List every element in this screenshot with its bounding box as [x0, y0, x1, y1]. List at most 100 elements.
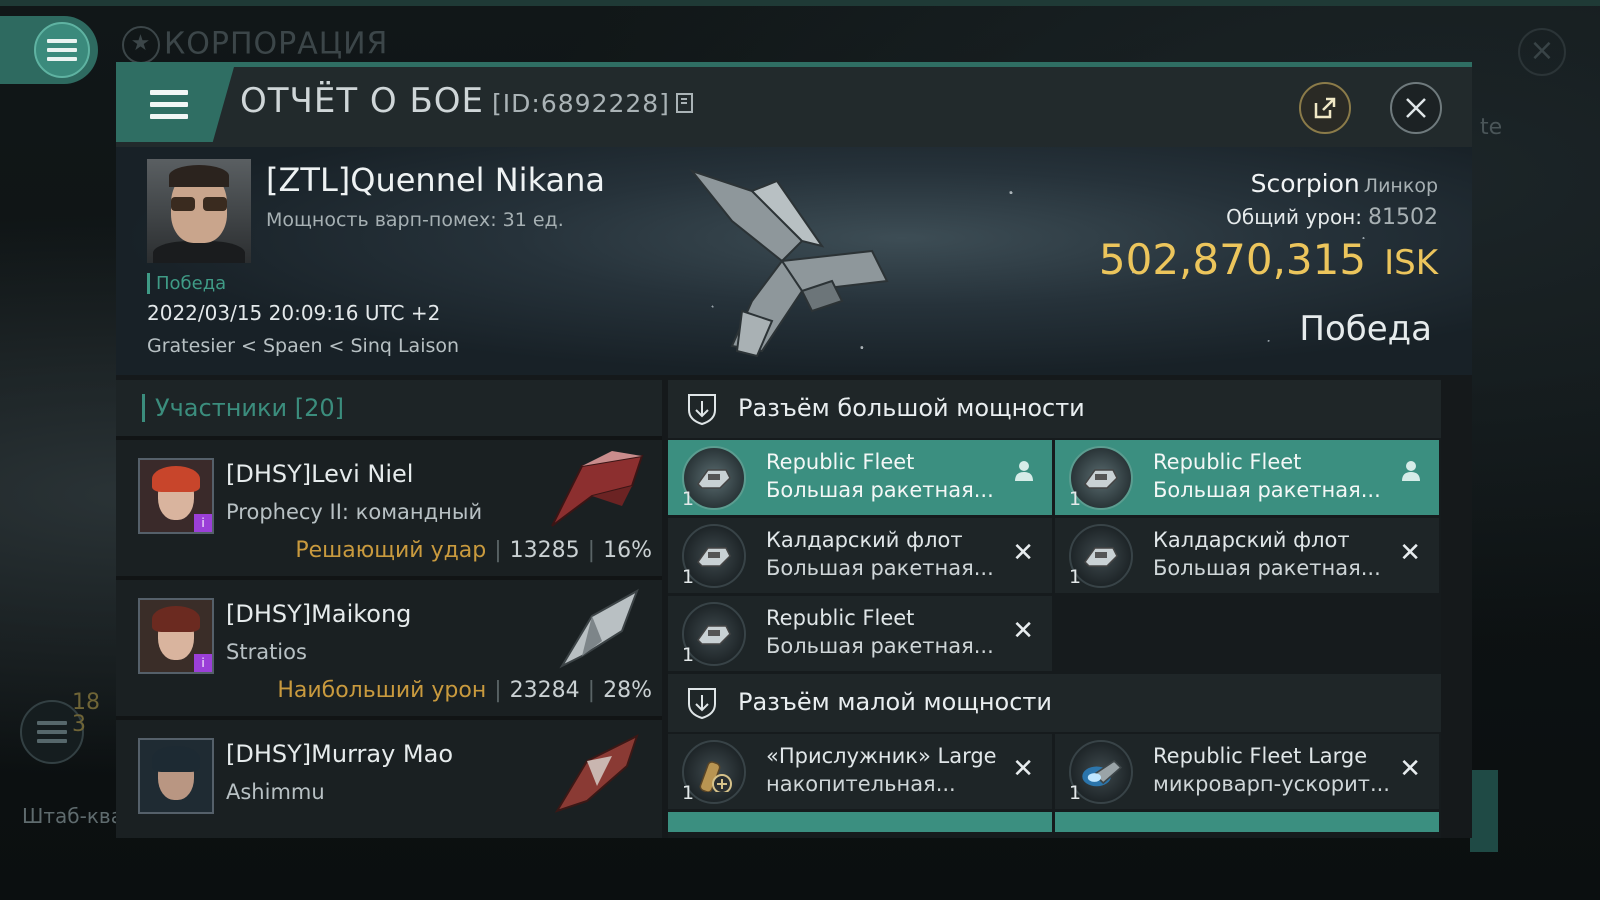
module-name-line2: Большая ракетная... — [766, 478, 994, 502]
avatar[interactable] — [138, 738, 214, 814]
avatar[interactable]: i — [138, 458, 214, 534]
destroyed-icon: ✕ — [1399, 538, 1421, 568]
low-slot-icon — [688, 688, 716, 720]
participant-ship: Prophecy II: командный — [226, 500, 483, 524]
title-text: ОТЧЁТ О БОЕ — [240, 81, 485, 121]
participant-name: [DHSY]Maikong — [226, 600, 412, 628]
kill-datetime: 2022/03/15 20:09:16 UTC +2 — [147, 301, 441, 325]
battle-report-dialog: ОТЧЁТ О БОЕ [ID:6892228] [ZTL]Quennel Nik… — [116, 62, 1472, 838]
divider: | — [494, 538, 502, 563]
module-name-line2: Большая ракетная... — [766, 634, 994, 658]
module-name: Republic Fleet — [766, 450, 915, 474]
low-slots-label: Разъём малой мощности — [738, 688, 1053, 716]
destroyed-icon: ✕ — [1399, 754, 1421, 784]
module-slot[interactable]: 1 Калдарский флот Большая ракетная... ✕ — [1055, 518, 1439, 593]
participant-stats: Наибольший урон | 23284 | 28% — [277, 678, 652, 703]
avatar[interactable]: i — [138, 598, 214, 674]
total-damage-label: Общий урон: — [1226, 205, 1362, 229]
hamburger-icon — [47, 39, 77, 61]
participant-row[interactable]: i [DHSY]Maikong Stratios Наибольший урон… — [116, 576, 662, 716]
victim-banner: [ZTL]Quennel Nikana Мощность варп-помех:… — [116, 147, 1472, 375]
module-qty: 1 — [1069, 566, 1082, 588]
divider: | — [587, 538, 596, 563]
module-name: «Прислужник» Large — [766, 744, 997, 768]
participant-ship-image — [551, 451, 644, 527]
isk-value: 502,870,315 ISK — [1099, 235, 1438, 284]
module-name: Калдарский флот — [1153, 528, 1350, 552]
info-badge-icon: i — [194, 654, 212, 672]
battle-result: Победа — [1299, 309, 1432, 349]
participant-percent: 16% — [603, 538, 652, 563]
module-qty: 1 — [682, 566, 695, 588]
background-panel-edge — [1470, 770, 1498, 852]
module-slot[interactable]: 1 Republic Fleet Большая ракетная... — [1055, 440, 1439, 515]
ship-info[interactable]: Scorpion Линкор — [1251, 169, 1438, 198]
copy-icon[interactable] — [675, 93, 693, 113]
module-slot[interactable]: 1 «Прислужник» Large накопительная... ✕ — [668, 734, 1052, 809]
low-slots-header: Разъём малой мощности — [668, 674, 1441, 732]
module-slot[interactable]: 1 Republic Fleet Большая ракетная... — [668, 440, 1052, 515]
module-slot-partial[interactable] — [1055, 812, 1439, 832]
victim-status: Победа — [147, 273, 226, 294]
participants-header[interactable]: Участники [20] — [116, 380, 662, 436]
module-qty: 1 — [682, 644, 695, 666]
participants-title: Участники [20] — [142, 394, 344, 422]
report-id: [ID:6892228] — [492, 89, 670, 118]
participant-row[interactable]: i [DHSY]Levi Niel Prophecy II: командный… — [116, 436, 662, 576]
participant-damage: 23284 — [509, 678, 580, 703]
module-qty: 1 — [1069, 488, 1082, 510]
high-slots-header: Разъём большой мощности — [668, 380, 1441, 438]
share-icon — [1314, 97, 1336, 119]
victim-portrait[interactable] — [147, 159, 251, 263]
menu-circle[interactable] — [34, 22, 90, 78]
module-name-line2: микроварп-ускорит... — [1153, 772, 1390, 796]
corp-label: КОРПОРАЦИЯ — [164, 26, 389, 62]
participant-percent: 28% — [603, 678, 652, 703]
participant-name: [DHSY]Levi Niel — [226, 460, 414, 488]
participant-name: [DHSY]Murray Mao — [226, 740, 454, 768]
share-button[interactable] — [1299, 82, 1351, 134]
ship-name: Scorpion — [1250, 169, 1360, 198]
close-button[interactable] — [1390, 82, 1442, 134]
module-qty: 1 — [1069, 782, 1082, 804]
module-name-line2: Большая ракетная... — [1153, 478, 1381, 502]
dialog-header: ОТЧЁТ О БОЕ [ID:6892228] — [116, 67, 1472, 147]
module-qty: 1 — [682, 488, 695, 510]
participant-damage: 13285 — [509, 538, 580, 563]
isk-amount: 502,870,315 — [1098, 235, 1367, 284]
total-damage-value: 81502 — [1368, 205, 1438, 230]
background-close-icon[interactable]: × — [1518, 28, 1566, 76]
high-slot-icon — [688, 394, 716, 426]
high-slots-label: Разъём большой мощности — [738, 394, 1085, 422]
main-menu-button[interactable] — [0, 16, 98, 84]
kill-location[interactable]: Gratesier < Spaen < Sinq Laison — [147, 335, 459, 357]
victim-name[interactable]: [ZTL]Quennel Nikana — [266, 161, 605, 199]
warp-strength: Мощность варп-помех: 31 ед. — [266, 209, 564, 231]
participants-panel: Участники [20] i [DHSY]Levi Niel Prophec… — [116, 380, 662, 838]
close-icon — [1406, 98, 1426, 118]
destroyed-icon: ✕ — [1012, 616, 1034, 646]
ship-class: Линкор — [1363, 175, 1438, 197]
module-slot[interactable]: 1 Калдарский флот Большая ракетная... ✕ — [668, 518, 1052, 593]
divider: | — [494, 678, 502, 703]
participant-tag: Решающий удар — [295, 538, 487, 563]
participant-ship: Ashimmu — [226, 780, 325, 804]
victim-ship-image — [689, 168, 889, 358]
participant-row[interactable]: [DHSY]Murray Mao Ashimmu — [116, 716, 662, 838]
destroyed-icon: ✕ — [1012, 754, 1034, 784]
module-slot[interactable]: 1 Republic Fleet Large микроварп-ускорит… — [1055, 734, 1439, 809]
module-name-line2: накопительная... — [766, 772, 956, 796]
module-name-line2: Большая ракетная... — [1153, 556, 1381, 580]
module-name: Republic Fleet Large — [1153, 744, 1368, 768]
dialog-menu-button[interactable] — [116, 67, 234, 142]
participant-stats: Решающий удар | 13285 | 16% — [295, 538, 652, 563]
module-qty: 1 — [682, 782, 695, 804]
hamburger-icon — [150, 89, 189, 120]
person-icon — [1401, 460, 1421, 488]
module-slot[interactable]: 1 Republic Fleet Большая ракетная... ✕ — [668, 596, 1052, 671]
module-slot-partial[interactable] — [668, 812, 1052, 832]
info-badge-icon: i — [194, 514, 212, 532]
divider: | — [587, 678, 596, 703]
participant-tag: Наибольший урон — [277, 678, 487, 703]
participant-ship-image — [554, 734, 639, 813]
